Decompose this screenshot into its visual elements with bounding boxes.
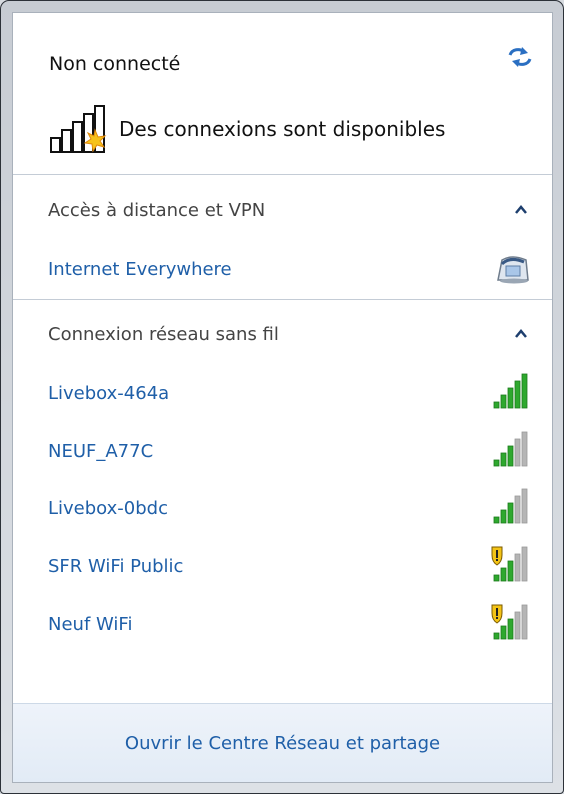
signal-bar-active — [507, 560, 514, 582]
network-name: Neuf WiFi — [48, 613, 133, 635]
network-flyout-panel: Non connecté Des connexions sont disponi… — [12, 12, 553, 783]
signal-bar-active — [493, 632, 500, 640]
signal-bar-active — [493, 459, 500, 467]
chevron-up-icon[interactable] — [510, 199, 532, 221]
list-item-wifi[interactable]: Livebox-0bdc — [48, 487, 532, 529]
network-name: Livebox-0bdc — [48, 497, 168, 519]
separator-2 — [13, 299, 552, 300]
section-title-vpn: Accès à distance et VPN — [48, 199, 266, 221]
list-item-wifi[interactable]: NEUF_A77C — [48, 430, 532, 472]
signal-bar-inactive — [521, 431, 528, 467]
list-item-wifi[interactable]: SFR WiFi Public — [48, 545, 532, 587]
signal-strength-icon — [488, 487, 532, 529]
signal-bar-inactive — [514, 495, 521, 524]
security-shield-icon — [491, 604, 503, 624]
signal-bar-active — [493, 401, 500, 409]
open-network-center-link[interactable]: Ouvrir le Centre Réseau et partage — [125, 733, 440, 754]
dialup-modem-icon — [492, 250, 532, 288]
signal-bar-active — [493, 516, 500, 524]
signal-bar-active — [500, 394, 507, 409]
connection-name: Internet Everywhere — [48, 258, 232, 280]
refresh-arrows-icon[interactable] — [506, 43, 534, 71]
signal-bar-active — [500, 452, 507, 467]
signal-bar-inactive — [514, 438, 521, 467]
section-header-wireless[interactable]: Connexion réseau sans fil — [48, 319, 532, 349]
signal-bar-active — [507, 445, 514, 467]
signal-bar-active — [507, 618, 514, 640]
signal-bar-inactive — [521, 604, 528, 640]
network-name: Livebox-464a — [48, 382, 170, 404]
footer-bar: Ouvrir le Centre Réseau et partage — [13, 703, 552, 782]
separator-1 — [13, 174, 552, 175]
signal-bar-active — [514, 380, 521, 409]
signal-bar-inactive — [521, 546, 528, 582]
signal-bar-active — [500, 625, 507, 640]
signal-strength-icon — [488, 372, 532, 414]
section-header-vpn[interactable]: Accès à distance et VPN — [48, 195, 532, 225]
security-shield-icon — [491, 546, 503, 566]
network-name: NEUF_A77C — [48, 440, 154, 462]
availability-row: Des connexions sont disponibles — [47, 104, 445, 154]
popup-window-frame: Non connecté Des connexions sont disponi… — [0, 0, 564, 794]
signal-strength-shield-icon — [488, 545, 532, 587]
signal-strength-icon — [488, 430, 532, 472]
connections-available-label: Des connexions sont disponibles — [119, 117, 446, 141]
connection-status-title: Non connecté — [49, 53, 181, 75]
signal-bar-active — [493, 574, 500, 582]
chevron-up-icon[interactable] — [510, 323, 532, 345]
no-connection-signal-icon — [47, 104, 119, 154]
signal-bar-active — [500, 509, 507, 524]
signal-bar-active — [507, 387, 514, 409]
signal-bar-inactive — [514, 553, 521, 582]
signal-strength-shield-icon — [488, 603, 532, 645]
signal-bar-inactive — [521, 488, 528, 524]
signal-bar-active — [500, 567, 507, 582]
signal-bar-inactive — [514, 611, 521, 640]
list-item-internet-everywhere[interactable]: Internet Everywhere — [48, 251, 532, 287]
section-title-wireless: Connexion réseau sans fil — [48, 323, 279, 345]
signal-bar-active — [507, 502, 514, 524]
list-item-wifi[interactable]: Livebox-464a — [48, 372, 532, 414]
signal-bar-active — [521, 373, 528, 409]
list-item-wifi[interactable]: Neuf WiFi — [48, 603, 532, 645]
network-name: SFR WiFi Public — [48, 555, 184, 577]
